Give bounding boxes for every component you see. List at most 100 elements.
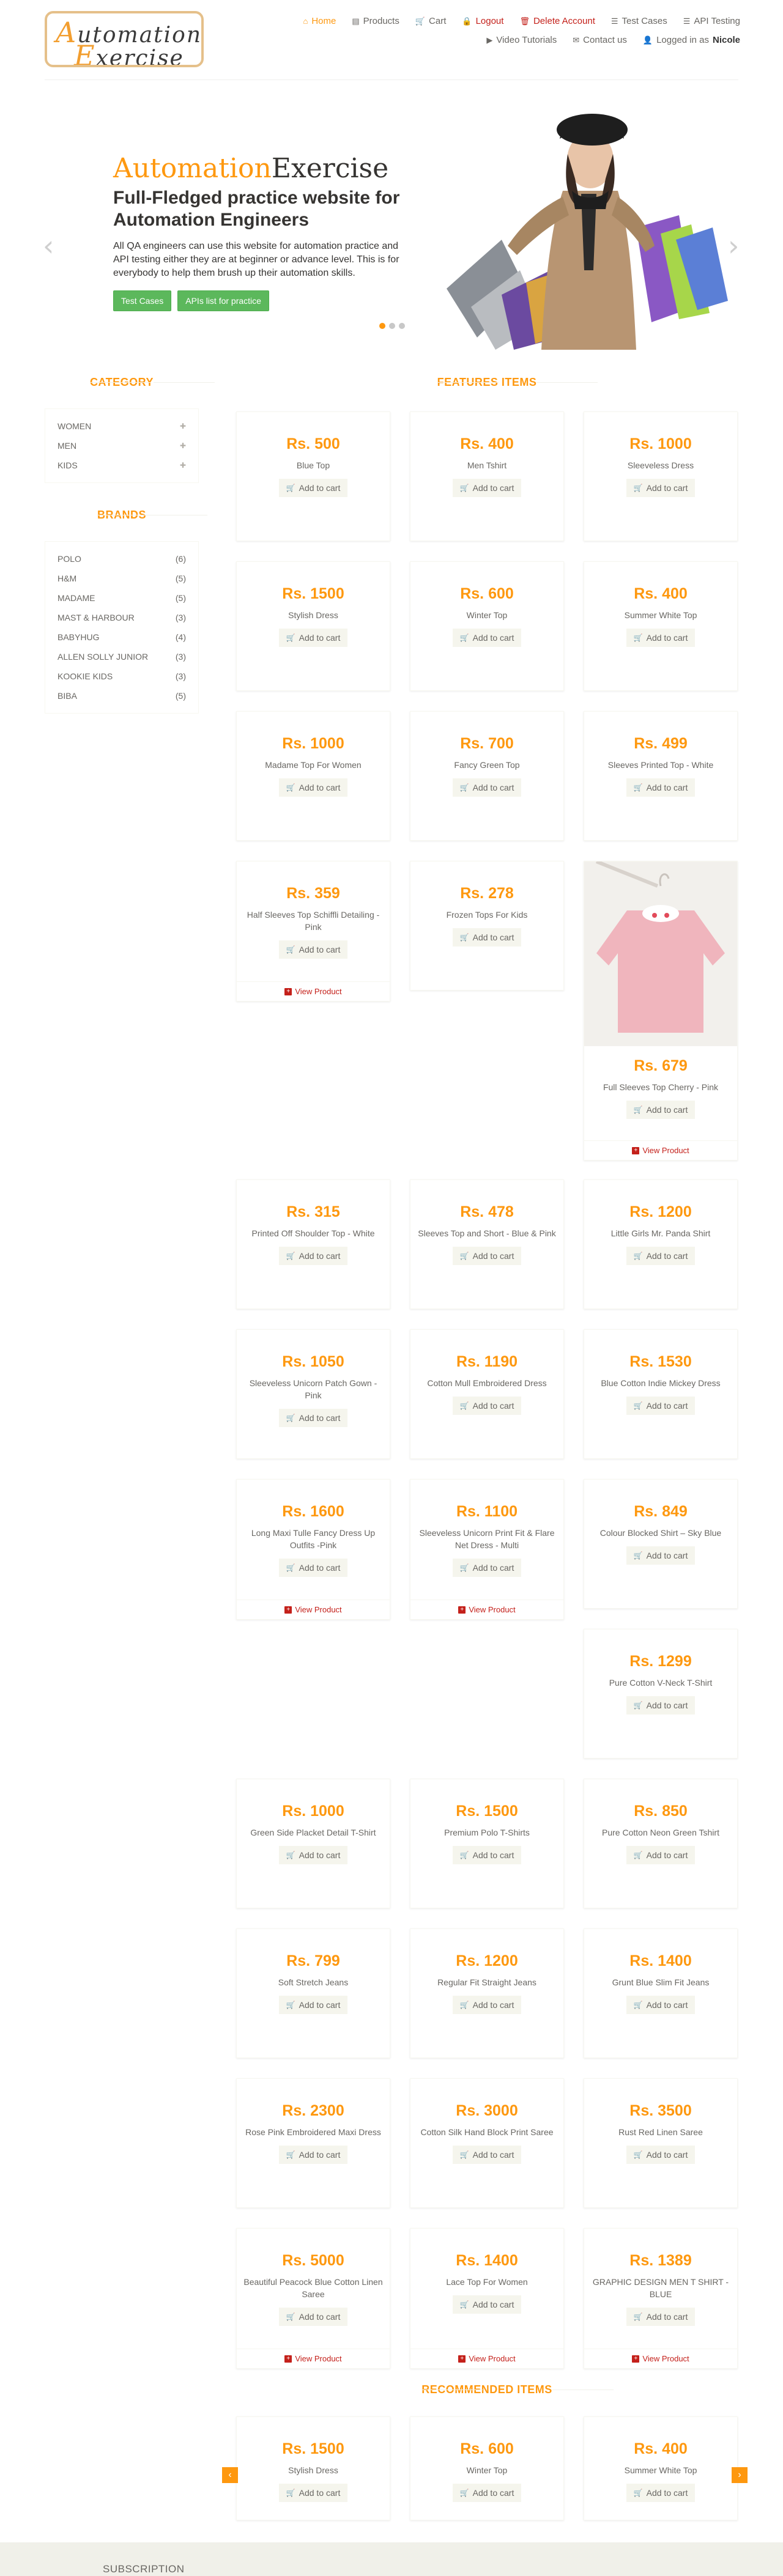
nav-contact-us[interactable]: ✉ Contact us	[573, 35, 627, 45]
add-to-cart-button[interactable]: 🛒 Add to cart	[626, 629, 696, 647]
add-to-cart-button[interactable]: 🛒 Add to cart	[452, 2146, 522, 2164]
add-to-cart-button[interactable]: 🛒 Add to cart	[452, 1397, 522, 1415]
product-card: Rs. 3000 Cotton Silk Hand Block Print Sar…	[410, 2078, 564, 2208]
slider-prev-arrow[interactable]: ‹	[43, 229, 54, 262]
nav-logout[interactable]: 🔒 Logout	[462, 16, 503, 26]
add-to-cart-button[interactable]: 🛒 Add to cart	[278, 1247, 348, 1265]
slider-dot[interactable]	[379, 323, 385, 329]
brand-item[interactable]: Babyhug (4)	[58, 627, 186, 647]
brand-item[interactable]: Madame (5)	[58, 588, 186, 608]
apis-list-button[interactable]: APIs list for practice	[177, 290, 269, 311]
category-label: Women	[58, 421, 92, 431]
product-price: Rs. 1600	[282, 1503, 344, 1520]
add-to-cart-button[interactable]: 🛒 Add to cart	[626, 1397, 696, 1415]
slider-dot[interactable]	[399, 323, 405, 329]
carousel-next-arrow[interactable]: ›	[732, 2467, 748, 2483]
add-to-cart-button[interactable]: 🛒 Add to cart	[452, 1846, 522, 1864]
add-to-cart-button[interactable]: 🛒 Add to cart	[278, 1996, 348, 2014]
add-to-cart-button[interactable]: 🛒 Add to cart	[626, 2146, 696, 2164]
add-to-cart-button[interactable]: 🛒 Add to cart	[452, 778, 522, 797]
nav-home[interactable]: ⌂ Home	[303, 16, 336, 26]
envelope-icon: ✉	[573, 35, 580, 45]
add-to-cart-button[interactable]: 🛒 Add to cart	[452, 1559, 522, 1577]
add-to-cart-button[interactable]: 🛒 Add to cart	[452, 2484, 522, 2502]
view-product-link[interactable]: + View Product	[410, 2349, 563, 2368]
product-price: Rs. 500	[286, 435, 340, 452]
brand-item[interactable]: Mast & Harbour (3)	[58, 608, 186, 627]
add-to-cart-button[interactable]: 🛒 Add to cart	[278, 778, 348, 797]
category-item[interactable]: Men ✚	[58, 436, 186, 456]
product-price: Rs. 315	[286, 1203, 340, 1220]
view-product-link[interactable]: + View Product	[237, 1600, 390, 1619]
add-to-cart-button[interactable]: 🛒 Add to cart	[626, 1696, 696, 1714]
add-to-cart-button[interactable]: 🛒 Add to cart	[626, 1247, 696, 1265]
add-to-cart-button[interactable]: 🛒 Add to cart	[278, 940, 348, 959]
add-to-cart-button[interactable]: 🛒 Add to cart	[626, 778, 696, 797]
product-name: Sleeves Top and Short - Blue & Pink	[418, 1228, 556, 1238]
view-product-link[interactable]: + View Product	[410, 1600, 563, 1619]
add-to-cart-button[interactable]: 🛒 Add to cart	[278, 479, 348, 497]
plus-icon[interactable]: ✚	[180, 461, 186, 470]
hero-brand-title: AutomationExercise	[113, 153, 389, 184]
plus-icon[interactable]: ✚	[180, 422, 186, 430]
add-to-cart-button[interactable]: 🛒 Add to cart	[626, 1101, 696, 1119]
add-to-cart-button[interactable]: 🛒 Add to cart	[278, 1409, 348, 1427]
brand-count: (6)	[175, 554, 186, 564]
product-price: Rs. 799	[286, 1952, 340, 1969]
add-to-cart-button[interactable]: 🛒 Add to cart	[452, 629, 522, 647]
add-to-cart-button[interactable]: 🛒 Add to cart	[452, 1996, 522, 2014]
brand-item[interactable]: Polo (6)	[58, 549, 186, 569]
nav-delete-account[interactable]: 🗑 Delete Account	[519, 16, 595, 26]
cart-icon: 🛒	[286, 783, 295, 792]
brand-count: (5)	[175, 593, 186, 603]
add-to-cart-button[interactable]: 🛒 Add to cart	[626, 1546, 696, 1565]
product-card: Rs. 315 Printed Off Shoulder Top - White 🛒…	[236, 1179, 390, 1309]
product-price: Rs. 1200	[456, 1952, 518, 1969]
nav-cart[interactable]: 🛒 Cart	[415, 16, 447, 26]
add-to-cart-button[interactable]: 🛒 Add to cart	[626, 479, 696, 497]
site-logo[interactable]: Automation Exercise	[45, 11, 204, 67]
nav-api-testing[interactable]: ☰ API Testing	[683, 16, 740, 26]
product-card: Rs. 478 Sleeves Top and Short - Blue & Pi…	[410, 1179, 564, 1309]
cart-icon: 🛒	[459, 1563, 469, 1572]
add-to-cart-button[interactable]: 🛒 Add to cart	[626, 1996, 696, 2014]
brand-item[interactable]: H&M (5)	[58, 569, 186, 588]
brand-item[interactable]: Kookie Kids (3)	[58, 666, 186, 686]
plus-square-icon: +	[284, 987, 292, 995]
add-to-cart-button[interactable]: 🛒 Add to cart	[278, 2308, 348, 2326]
add-to-cart-button[interactable]: 🛒 Add to cart	[278, 629, 348, 647]
category-item[interactable]: Women ✚	[58, 416, 186, 436]
product-card: Rs. 1050 Sleeveless Unicorn Patch Gown - …	[236, 1329, 390, 1459]
nav-video-tutorials[interactable]: ▶ Video Tutorials	[486, 35, 557, 45]
view-product-link[interactable]: + View Product	[237, 981, 390, 1001]
brand-item[interactable]: Biba (5)	[58, 686, 186, 706]
view-product-link[interactable]: + View Product	[584, 1140, 737, 1160]
cart-icon: 🛒	[633, 1851, 643, 1859]
nav-products[interactable]: ▤ Products	[352, 16, 399, 26]
nav-test-cases[interactable]: ☰ Test Cases	[611, 16, 667, 26]
add-to-cart-button[interactable]: 🛒 Add to cart	[626, 2484, 696, 2502]
add-to-cart-button[interactable]: 🛒 Add to cart	[278, 2146, 348, 2164]
view-product-link[interactable]: + View Product	[584, 2349, 737, 2368]
add-to-cart-button[interactable]: 🛒 Add to cart	[626, 1846, 696, 1864]
brand-label: H&M	[58, 574, 77, 583]
view-product-link[interactable]: + View Product	[237, 2349, 390, 2368]
category-item[interactable]: Kids ✚	[58, 456, 186, 475]
brand-count: (5)	[175, 691, 186, 701]
plus-icon[interactable]: ✚	[180, 441, 186, 450]
add-to-cart-button[interactable]: 🛒 Add to cart	[452, 928, 522, 947]
add-to-cart-button[interactable]: 🛒 Add to cart	[452, 1247, 522, 1265]
product-price: Rs. 5000	[282, 2252, 344, 2269]
add-to-cart-button[interactable]: 🛒 Add to cart	[278, 2484, 348, 2502]
carousel-prev-arrow[interactable]: ‹	[222, 2467, 238, 2483]
add-to-cart-button[interactable]: 🛒 Add to cart	[626, 2308, 696, 2326]
category-panel: Women ✚ Men ✚ Kids ✚	[45, 408, 199, 483]
add-to-cart-button[interactable]: 🛒 Add to cart	[278, 1846, 348, 1864]
product-name: Grunt Blue Slim Fit Jeans	[612, 1977, 710, 1987]
add-to-cart-button[interactable]: 🛒 Add to cart	[452, 479, 522, 497]
test-cases-button[interactable]: Test Cases	[113, 290, 172, 311]
brand-item[interactable]: Allen Solly Junior (3)	[58, 647, 186, 666]
slider-dot[interactable]	[389, 323, 395, 329]
add-to-cart-button[interactable]: 🛒 Add to cart	[278, 1559, 348, 1577]
add-to-cart-button[interactable]: 🛒 Add to cart	[452, 2295, 522, 2314]
